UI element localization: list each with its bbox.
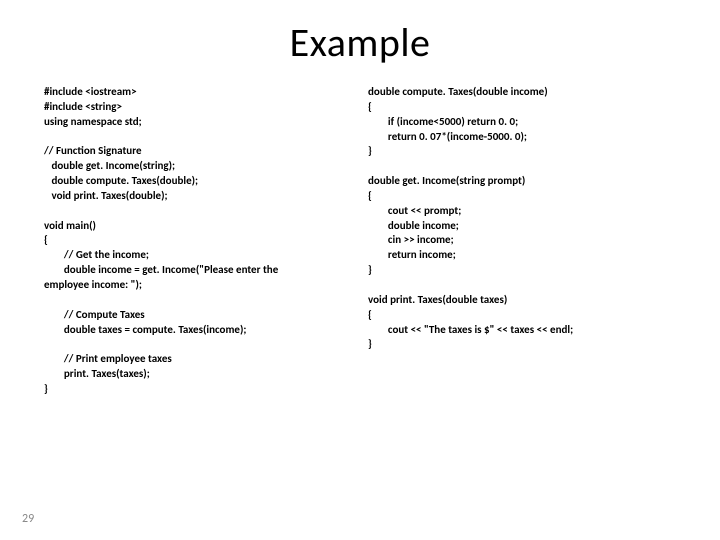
code-right-column: double compute. Taxes(double income) { i… <box>368 85 676 397</box>
slide: Example #include <iostream> #include <st… <box>0 0 720 540</box>
page-number: 29 <box>22 512 34 526</box>
slide-title: Example <box>44 18 676 67</box>
code-columns: #include <iostream> #include <string> us… <box>44 85 676 397</box>
code-left-column: #include <iostream> #include <string> us… <box>44 85 352 397</box>
